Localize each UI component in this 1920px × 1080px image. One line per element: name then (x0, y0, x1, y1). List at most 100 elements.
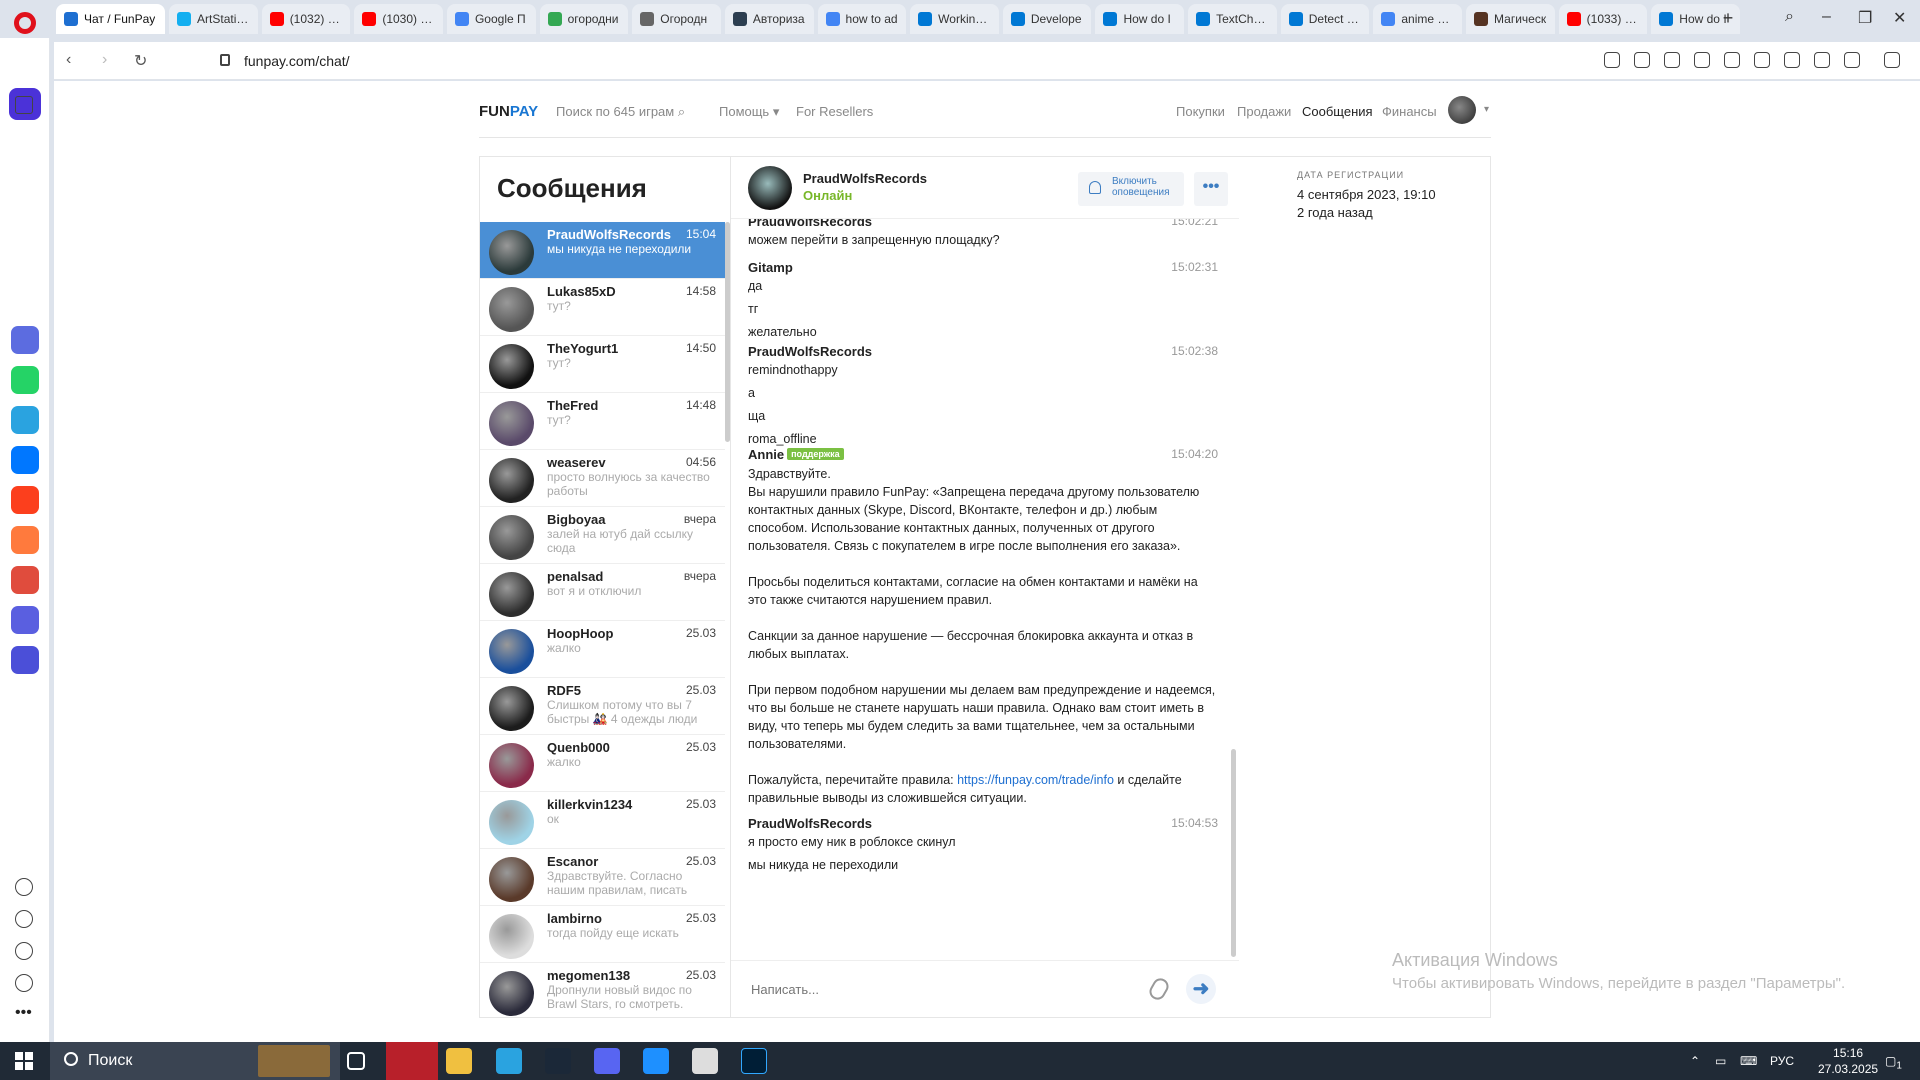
browser-tab[interactable]: Google П (446, 4, 536, 34)
contact-item[interactable]: megomen138 25.03 Дропнули новый видос по B… (480, 963, 725, 1017)
contact-item[interactable]: Lukas85xD 14:58 тут? (480, 279, 725, 336)
download-icon[interactable] (1784, 52, 1800, 68)
browser-tab[interactable]: Магическ (1466, 4, 1555, 34)
contact-item[interactable]: HoopHoop 25.03 жалко (480, 621, 725, 678)
message-author[interactable]: PraudWolfsRecords (748, 816, 1218, 831)
opera-taskbar-icon[interactable] (386, 1042, 438, 1080)
chat-scrollbar[interactable] (1231, 749, 1236, 957)
browser-tab[interactable]: How do I (1095, 4, 1185, 34)
browser-tab[interactable]: Working C (910, 4, 999, 34)
help-menu[interactable]: Помощь ▾ (719, 104, 779, 120)
contact-list-scrollbar[interactable] (725, 222, 730, 442)
browser-tab[interactable]: (1032) 5 П (261, 4, 351, 34)
discord-icon[interactable] (594, 1048, 620, 1074)
windows-start-icon[interactable] (15, 1052, 33, 1070)
contact-item[interactable]: lambirno 25.03 тогда пойду еще искать (480, 906, 725, 963)
message-author[interactable]: Gitamp (748, 260, 1218, 275)
reload-button[interactable]: ↻ (134, 51, 147, 71)
browser-tab[interactable]: Огородн (632, 4, 721, 34)
contact-item[interactable]: TheYogurt1 14:50 тут? (480, 336, 725, 393)
photoshop-icon[interactable] (741, 1048, 767, 1074)
heart-icon[interactable] (1754, 52, 1770, 68)
vk-icon[interactable] (11, 446, 39, 474)
taskbar-clock[interactable]: 15:16 27.03.2025 (1818, 1045, 1878, 1077)
shield-icon[interactable] (1694, 52, 1710, 68)
browser-tab[interactable]: Авториза (724, 4, 814, 34)
steam-icon[interactable] (545, 1048, 571, 1074)
nav-messages[interactable]: Сообщения (1302, 104, 1373, 119)
search-tabs-icon[interactable]: ⌕ (1785, 8, 1794, 26)
app-red-icon[interactable] (11, 566, 39, 594)
enable-notifications-button[interactable]: Включить оповещения (1078, 172, 1184, 206)
new-tab-button[interactable]: + (1718, 9, 1738, 29)
rules-link[interactable]: https://funpay.com/trade/info (957, 773, 1114, 787)
user-avatar[interactable] (1448, 96, 1476, 124)
app-heart-icon[interactable] (11, 526, 39, 554)
player-icon[interactable] (11, 646, 39, 674)
resellers-link[interactable]: For Resellers (796, 104, 873, 119)
browser-tab[interactable]: how to ad (817, 4, 907, 34)
lens-icon[interactable] (1604, 52, 1620, 68)
aria-icon[interactable] (11, 326, 39, 354)
yandex-icon[interactable] (11, 486, 39, 514)
browser-tab[interactable]: ArtStation (169, 4, 258, 34)
partner-avatar[interactable] (748, 166, 792, 210)
contact-item[interactable]: PraudWolfsRecords 15:04 мы никуда не перех… (480, 222, 725, 279)
send-button[interactable]: ➜ (1186, 974, 1216, 1004)
nav-sales[interactable]: Продажи (1237, 104, 1291, 119)
nav-purchases[interactable]: Покупки (1176, 104, 1225, 119)
tips-bulb-icon[interactable] (15, 974, 33, 992)
url-field[interactable]: funpay.com/chat/ (244, 53, 350, 69)
minimize-button[interactable]: – (1822, 8, 1831, 26)
contact-item[interactable]: weaserev 04:56 просто волнуюсь за качество… (480, 450, 725, 507)
forward-button[interactable]: › (102, 51, 107, 69)
attach-paperclip-icon[interactable] (1146, 975, 1172, 1003)
opera-logo-icon[interactable] (14, 12, 36, 34)
language-indicator[interactable]: РУС (1770, 1054, 1794, 1068)
telegram-taskbar-icon[interactable] (496, 1048, 522, 1074)
tray-chevron-icon[interactable]: ⌃ (1690, 1054, 1700, 1068)
favorites-heart-icon[interactable] (15, 878, 33, 896)
browser-tab[interactable]: Detect wh (1280, 4, 1370, 34)
more-icon[interactable]: ••• (15, 1005, 33, 1026)
game-search-link[interactable]: Поиск по 645 играм ⌕ (556, 104, 685, 120)
funpay-logo[interactable]: FUNPAY (479, 103, 538, 120)
camera-icon[interactable] (1664, 52, 1680, 68)
browser-tab[interactable]: огородни (539, 4, 629, 34)
cube-icon[interactable] (1884, 52, 1900, 68)
browser-tab[interactable]: anime bes (1373, 4, 1463, 34)
contact-item[interactable]: RDF5 25.03 Слишком потому что вы 7 быстры … (480, 678, 725, 735)
more-options-button[interactable]: ••• (1194, 172, 1228, 206)
star-icon[interactable] (15, 96, 33, 114)
contact-item[interactable]: Escanor 25.03 Здравствуйте. Согласно нашим… (480, 849, 725, 906)
partner-name[interactable]: PraudWolfsRecords (803, 171, 927, 186)
close-window-button[interactable]: ✕ (1893, 8, 1906, 28)
settings-gear-icon[interactable] (15, 942, 33, 960)
contact-item[interactable]: TheFred 14:48 тут? (480, 393, 725, 450)
nav-finances[interactable]: Финансы (1382, 104, 1437, 119)
menu-icon[interactable] (1814, 52, 1830, 68)
music-icon[interactable] (11, 606, 39, 634)
message-author[interactable]: PraudWolfsRecords (748, 344, 1218, 359)
account-icon[interactable] (1844, 52, 1860, 68)
roblox-icon[interactable] (692, 1048, 718, 1074)
explorer-icon[interactable] (446, 1048, 472, 1074)
task-view-icon[interactable] (347, 1052, 365, 1070)
message-input[interactable] (751, 979, 1131, 999)
whatsapp-icon[interactable] (11, 366, 39, 394)
contact-item[interactable]: penalsad вчера вот я и отключил (480, 564, 725, 621)
edit-icon[interactable] (1634, 52, 1650, 68)
browser-tab[interactable]: Develope (1002, 4, 1092, 34)
notifications-icon[interactable]: ▢1 (1885, 1054, 1902, 1071)
message-author[interactable]: PraudWolfsRecords (748, 219, 1218, 229)
network-icon[interactable]: ▭ (1715, 1054, 1726, 1068)
app-blue-icon[interactable] (643, 1048, 669, 1074)
browser-tab[interactable]: (1033) Ho (1558, 4, 1648, 34)
contact-item[interactable]: Bigboyaa вчера залей на ютуб дай ссылку сю… (480, 507, 725, 564)
browser-tab[interactable]: TextChatS (1188, 4, 1277, 34)
user-menu-chevron-icon[interactable]: ▾ (1484, 104, 1489, 115)
play-icon[interactable] (1724, 52, 1740, 68)
back-button[interactable]: ‹ (66, 51, 71, 69)
contact-item[interactable]: Quenb000 25.03 жалко (480, 735, 725, 792)
telegram-icon[interactable] (11, 406, 39, 434)
